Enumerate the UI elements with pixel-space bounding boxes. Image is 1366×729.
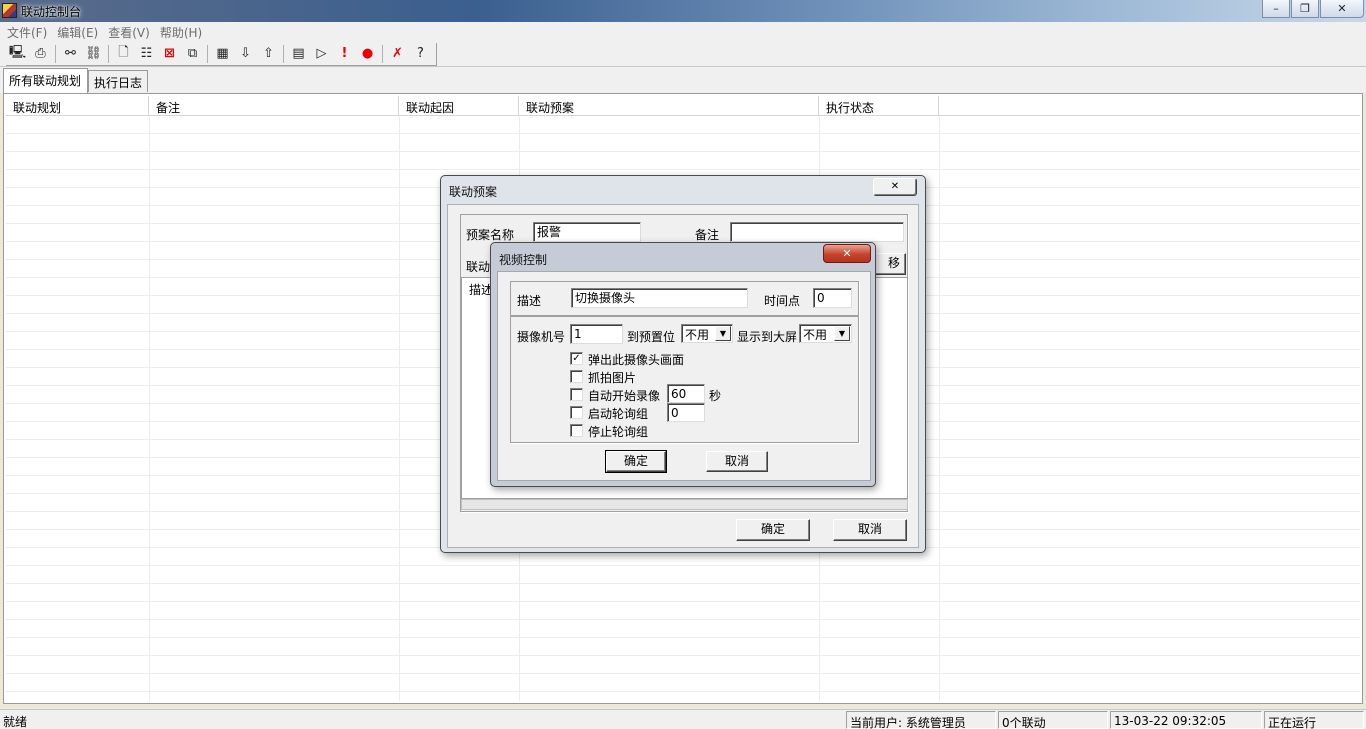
exclamation-icon[interactable]: !	[333, 43, 356, 65]
video-cancel-button[interactable]: 取消	[706, 451, 768, 472]
title-bar: 联动控制台 – ❐ ✕	[0, 0, 1366, 22]
auto-record-label: 自动开始录像	[588, 389, 661, 403]
window-title: 联动控制台	[21, 5, 82, 19]
plan-dialog-close-button[interactable]: ✕	[873, 178, 917, 196]
screen-select[interactable]: 不用 ▼	[799, 324, 852, 343]
start-poll-checkbox[interactable]	[570, 406, 583, 419]
sort-down-icon[interactable]: ⇩	[234, 43, 257, 65]
minimize-button[interactable]: –	[1262, 0, 1290, 18]
poll-group-input[interactable]: 0	[667, 403, 705, 422]
computer-icon[interactable]: 🖳	[6, 43, 29, 65]
col-plan[interactable]: 联动规划	[6, 96, 149, 116]
record-seconds-input[interactable]: 60	[667, 384, 705, 403]
tab-strip: 所有联动规划 执行日志	[0, 67, 1366, 93]
plan-note-label: 备注	[695, 228, 720, 242]
menu-edit[interactable]: 编辑(E)	[52, 24, 103, 41]
link-icon[interactable]: ⚯	[59, 43, 82, 65]
record-icon[interactable]: ●	[356, 43, 379, 65]
plan-move-button[interactable]: 移	[874, 253, 906, 275]
chevron-down-icon[interactable]: ▼	[834, 326, 850, 341]
menu-file[interactable]: 文件(F)	[2, 24, 52, 41]
timepoint-input[interactable]: 0	[813, 288, 852, 308]
stop-poll-checkbox[interactable]	[570, 424, 583, 437]
close-button[interactable]: ✕	[1320, 0, 1364, 18]
col-cause[interactable]: 联动起因	[399, 96, 519, 116]
help-icon[interactable]: ?	[409, 43, 432, 65]
start-poll-label: 启动轮询组	[588, 407, 649, 421]
video-dialog: 视频控制 ✕ 描述 切换摄像头 时间点 0 摄像机号 1 到预置位 不用 ▼ 显…	[490, 242, 876, 487]
desc-input[interactable]: 切换摄像头	[571, 288, 748, 308]
tab-all-plans[interactable]: 所有联动规划	[3, 68, 88, 93]
plan-action-label: 联动	[466, 260, 491, 274]
copy-icon[interactable]: ⧉	[181, 43, 204, 65]
clear-icon[interactable]: ✗	[386, 43, 409, 65]
video-ok-button[interactable]: 确定	[605, 450, 667, 473]
menu-bar: 文件(F) 编辑(E) 查看(V) 帮助(H)	[0, 22, 1366, 42]
restore-button[interactable]: ❐	[1291, 0, 1319, 18]
video-dialog-title: 视频控制	[499, 253, 548, 267]
status-bar: 就绪 当前用户: 系统管理员 0个联动 13-03-22 09:32:05 正在…	[0, 709, 1366, 729]
menu-help[interactable]: 帮助(H)	[155, 24, 207, 41]
sort-up-icon[interactable]: ⇧	[257, 43, 280, 65]
flowchart-icon[interactable]: ⛓	[82, 43, 105, 65]
video-dialog-body: 描述 切换摄像头 时间点 0 摄像机号 1 到预置位 不用 ▼ 显示到大屏 不用…	[497, 271, 871, 481]
col-scheme[interactable]: 联动预案	[519, 96, 819, 116]
plan-cancel-button[interactable]: 取消	[833, 519, 907, 541]
status-user: 当前用户: 系统管理员	[846, 711, 996, 729]
plan-dialog-title: 联动预案	[449, 185, 498, 199]
plan-hscroll[interactable]	[461, 499, 908, 510]
tab-exec-log[interactable]: 执行日志	[88, 70, 148, 92]
list-header: 联动规划 备注 联动起因 联动预案 执行状态	[6, 96, 1360, 116]
timepoint-label: 时间点	[764, 294, 801, 308]
video-dialog-close-button[interactable]: ✕	[823, 244, 871, 263]
toolbar: 🖳 ⎙ ⚯ ⛓ 🗋 ☷ ⊠ ⧉ ▦ ⇩ ⇧ ▤ ▷ ! ● ✗ ?	[0, 42, 1366, 67]
plan-ok-button[interactable]: 确定	[736, 519, 810, 541]
delete-icon[interactable]: ⊠	[158, 43, 181, 65]
chevron-down-icon[interactable]: ▼	[715, 326, 731, 341]
camera-input[interactable]: 1	[570, 324, 623, 344]
app-icon	[2, 3, 17, 18]
printer-icon[interactable]: ⎙	[29, 43, 52, 65]
desc-label: 描述	[517, 294, 542, 308]
window-controls: – ❐ ✕	[1261, 0, 1364, 18]
popup-label: 弹出此摄像头画面	[588, 353, 685, 367]
popup-checkbox[interactable]: ✓	[570, 352, 583, 365]
properties-icon[interactable]: ☷	[135, 43, 158, 65]
snapshot-checkbox[interactable]	[570, 370, 583, 383]
auto-record-checkbox[interactable]	[570, 388, 583, 401]
seconds-unit-label: 秒	[709, 389, 722, 403]
camera-label: 摄像机号	[517, 330, 566, 344]
plan-note-input[interactable]	[730, 222, 904, 242]
play-icon[interactable]: ▷	[310, 43, 333, 65]
status-ready: 就绪	[3, 715, 28, 729]
preset-select-value: 不用	[685, 328, 710, 342]
col-note[interactable]: 备注	[149, 96, 399, 116]
status-count: 0个联动	[998, 711, 1108, 729]
calendar-icon[interactable]: ▦	[211, 43, 234, 65]
plan-name-input[interactable]: 报警	[533, 222, 641, 242]
col-status[interactable]: 执行状态	[819, 96, 939, 116]
new-file-icon[interactable]: 🗋	[112, 43, 135, 65]
preset-label: 到预置位	[627, 330, 676, 344]
screen-select-value: 不用	[803, 328, 828, 342]
plan-name-label: 预案名称	[466, 228, 515, 242]
stop-poll-label: 停止轮询组	[588, 425, 649, 439]
snapshot-label: 抓拍图片	[588, 371, 637, 385]
page-icon[interactable]: ▤	[287, 43, 310, 65]
preset-select[interactable]: 不用 ▼	[681, 324, 733, 343]
status-state: 正在运行	[1264, 711, 1364, 729]
status-time: 13-03-22 09:32:05	[1110, 711, 1262, 729]
screen-label: 显示到大屏	[737, 330, 798, 344]
menu-view[interactable]: 查看(V)	[103, 24, 155, 41]
